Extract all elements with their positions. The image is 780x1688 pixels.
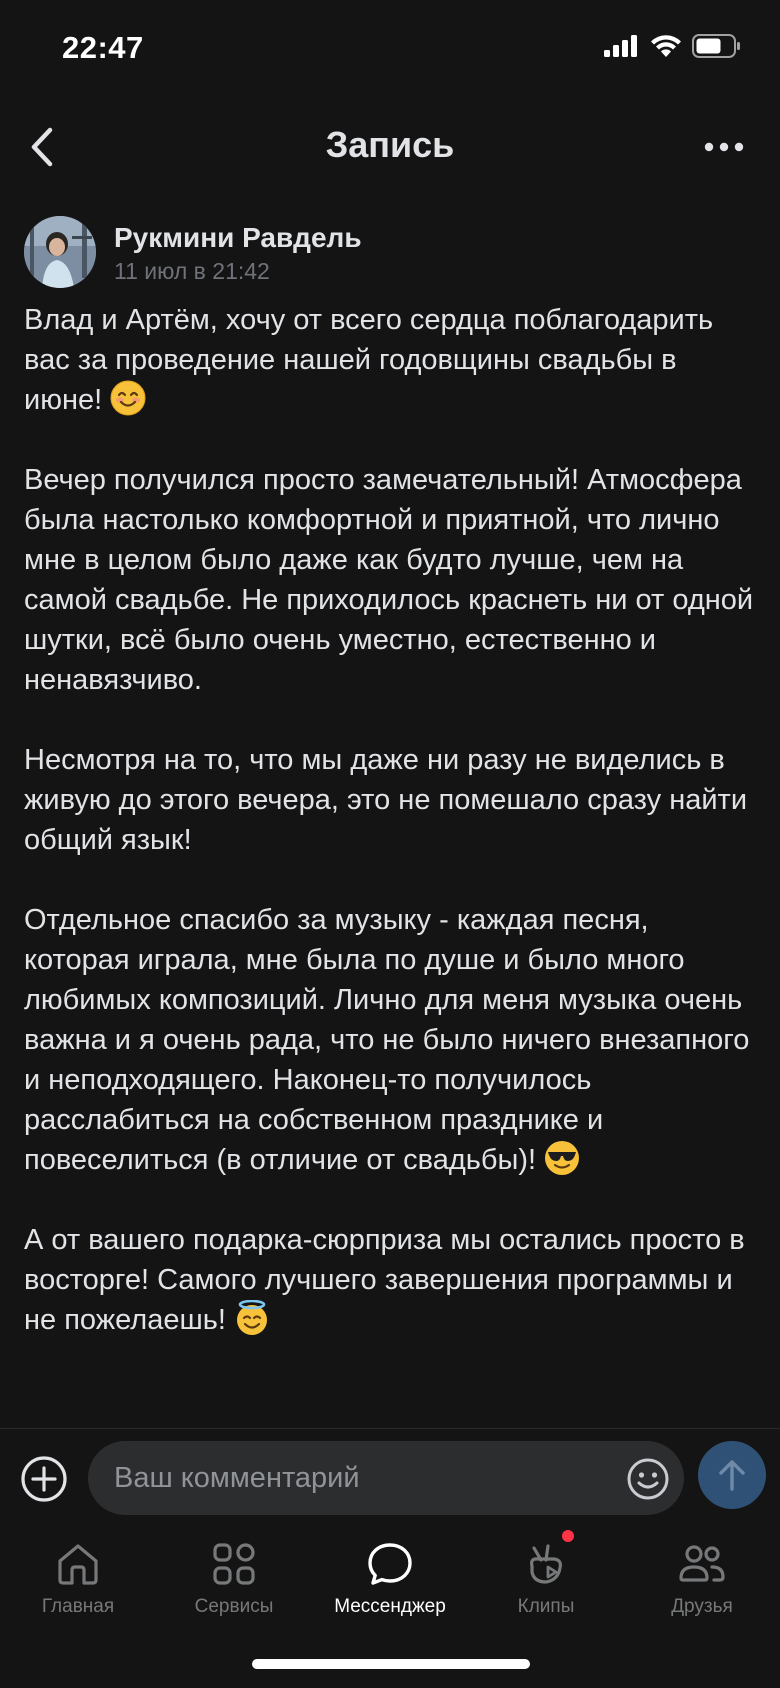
home-icon [58, 1544, 98, 1585]
nav-bar: Запись [0, 110, 780, 184]
tab-home[interactable]: Главная [0, 1528, 156, 1638]
tab-label: Мессенджер [334, 1596, 446, 1617]
paragraph-text: Отдельное спасибо за музыку - каждая пес… [24, 904, 750, 1176]
clips-icon [530, 1544, 562, 1584]
paragraph-text: Вечер получился просто замечательный! Ат… [24, 464, 754, 696]
wifi-icon [651, 35, 681, 57]
tab-services[interactable]: Сервисы [156, 1528, 312, 1638]
comment-input[interactable]: Ваш комментарий [88, 1441, 684, 1515]
tab-label: Сервисы [194, 1596, 274, 1617]
avatar-photo [24, 216, 96, 288]
post-header: Рукмини Равдель 11 июл в 21:42 [24, 214, 756, 290]
paragraph-text: А от вашего подарка-сюрприза мы остались… [24, 1224, 745, 1336]
home-indicator [252, 1659, 530, 1669]
avatar[interactable] [24, 216, 96, 288]
post-paragraph: Вечер получился просто замечательный! Ат… [24, 460, 760, 700]
post-date: 11 июл в 21:42 [114, 258, 270, 284]
add-attachment-button[interactable] [20, 1455, 68, 1503]
status-time: 22:47 [62, 30, 144, 65]
post-paragraph: Несмотря на то, что мы даже ни разу не в… [24, 740, 760, 860]
services-grid-icon [213, 1543, 255, 1585]
halo-face-icon [236, 1300, 267, 1335]
post-paragraph: А от вашего подарка-сюрприза мы остались… [24, 1220, 760, 1340]
signal-icon [604, 35, 637, 57]
arrow-up-icon [719, 1460, 745, 1491]
more-button[interactable] [702, 130, 746, 164]
tab-label: Клипы [517, 1596, 575, 1617]
tab-messenger[interactable]: Мессенджер [312, 1528, 468, 1638]
more-horizontal-icon [704, 142, 744, 152]
page-title: Запись [325, 124, 455, 165]
sunglasses-face-icon [545, 1141, 580, 1175]
plus-circle-icon [21, 1456, 67, 1502]
tab-label: Друзья [671, 1596, 733, 1617]
smiling-face-icon [110, 380, 146, 416]
tab-clips[interactable]: Клипы [468, 1528, 624, 1638]
battery-icon [692, 34, 740, 58]
paragraph-text: Несмотря на то, что мы даже ни разу не в… [24, 744, 748, 856]
post-body: Влад и Артём, хочу от всего сердца побла… [24, 300, 760, 1380]
tab-friends[interactable]: Друзья [624, 1528, 780, 1638]
smile-icon [627, 1458, 669, 1500]
status-icons [604, 34, 742, 58]
notification-dot [562, 1530, 574, 1542]
friends-icon [679, 1545, 725, 1582]
status-bar: 22:47 [0, 0, 780, 100]
author-name[interactable]: Рукмини Равдель [114, 222, 362, 254]
tab-bar: Главная Сервисы Мессенджер Клипы Друзья [0, 1528, 780, 1638]
post-paragraph: Отдельное спасибо за музыку - каждая пес… [24, 900, 760, 1180]
post-paragraph: Влад и Артём, хочу от всего сердца побла… [24, 300, 760, 420]
comment-placeholder: Ваш комментарий [114, 1462, 360, 1494]
tab-label: Главная [41, 1596, 115, 1617]
comment-bar: Ваш комментарий [0, 1428, 780, 1526]
message-bubble-icon [368, 1543, 412, 1585]
emoji-picker-button[interactable] [626, 1457, 670, 1501]
send-button[interactable] [698, 1441, 766, 1509]
